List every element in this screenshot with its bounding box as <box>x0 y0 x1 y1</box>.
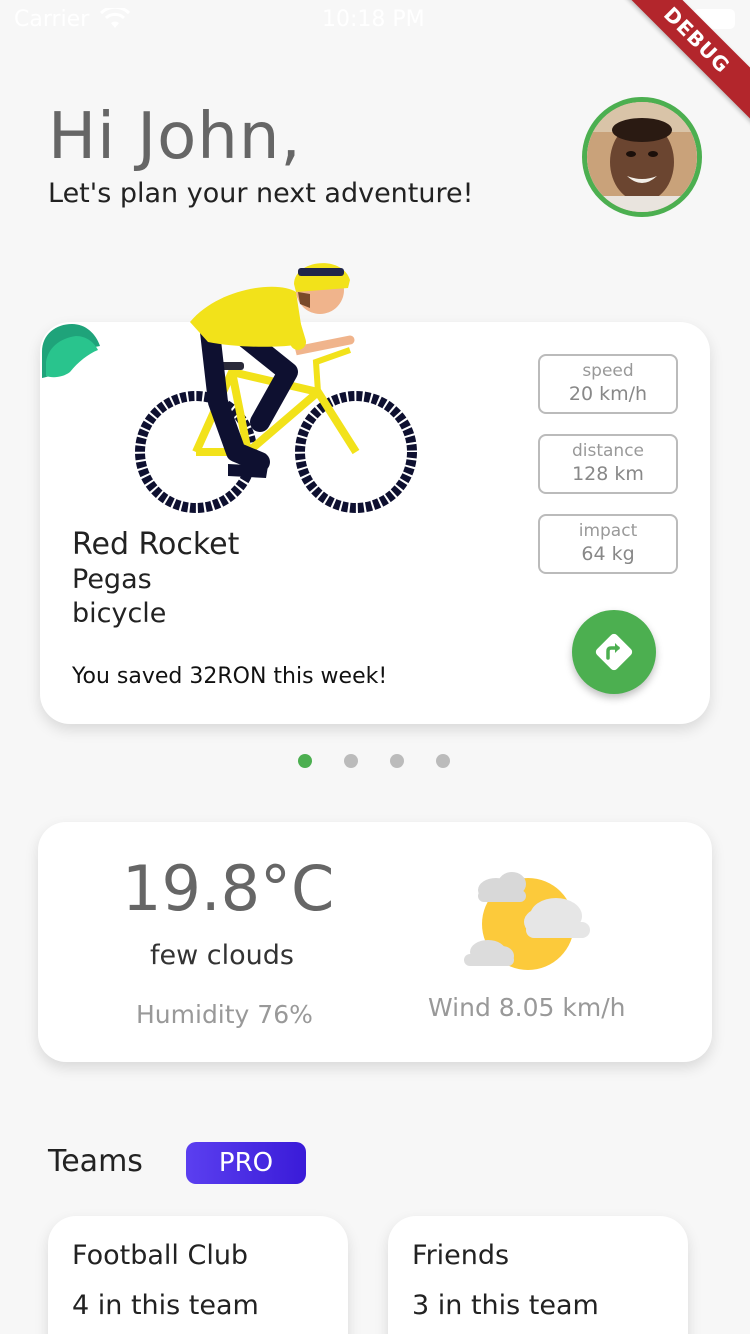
stat-value: 128 km <box>572 463 644 485</box>
team-member-count: 3 in this team <box>412 1290 599 1321</box>
avatar-photo <box>587 102 697 212</box>
greeting-title: Hi John, <box>48 100 302 174</box>
carousel-dot[interactable] <box>390 754 404 768</box>
team-card[interactable]: Friends 3 in this team <box>388 1216 688 1334</box>
carousel-dot[interactable] <box>344 754 358 768</box>
vehicle-brand: Pegas <box>72 564 152 595</box>
greeting-subtitle: Let's plan your next adventure! <box>48 178 474 209</box>
directions-icon <box>595 633 633 671</box>
team-member-count: 4 in this team <box>72 1290 259 1321</box>
team-name: Friends <box>412 1240 510 1271</box>
team-card[interactable]: Football Club 4 in this team <box>48 1216 348 1334</box>
stat-label: speed <box>582 361 634 381</box>
vehicle-name: Red Rocket <box>72 527 240 562</box>
savings-text: You saved 32RON this week! <box>72 664 388 689</box>
team-name: Football Club <box>72 1240 249 1271</box>
stat-impact: impact 64 kg <box>538 514 678 574</box>
stat-label: distance <box>571 441 645 461</box>
temperature: 19.8°C <box>122 852 335 925</box>
carousel-dot[interactable] <box>298 754 312 768</box>
directions-button[interactable] <box>572 610 656 694</box>
stat-label: impact <box>578 521 638 541</box>
status-time: 10:18 PM <box>322 7 425 32</box>
weather-condition: few clouds <box>150 940 294 971</box>
stat-distance: distance 128 km <box>538 434 678 494</box>
stat-value: 20 km/h <box>568 383 648 405</box>
humidity: Humidity 76% <box>136 1000 313 1029</box>
avatar[interactable] <box>582 97 702 217</box>
carousel-dot[interactable] <box>436 754 450 768</box>
stat-speed: speed 20 km/h <box>538 354 678 414</box>
vehicle-type: bicycle <box>72 598 167 629</box>
carrier-label: Carrier <box>14 7 90 32</box>
wifi-icon <box>100 8 130 28</box>
teams-title: Teams <box>48 1144 143 1179</box>
stat-value: 64 kg <box>581 543 635 565</box>
pro-badge[interactable]: PRO <box>186 1142 306 1184</box>
cyclist-illustration <box>135 263 417 513</box>
leaf-icon <box>42 324 100 378</box>
wind-speed: Wind 8.05 km/h <box>428 993 626 1022</box>
partly-cloudy-icon <box>464 872 590 970</box>
